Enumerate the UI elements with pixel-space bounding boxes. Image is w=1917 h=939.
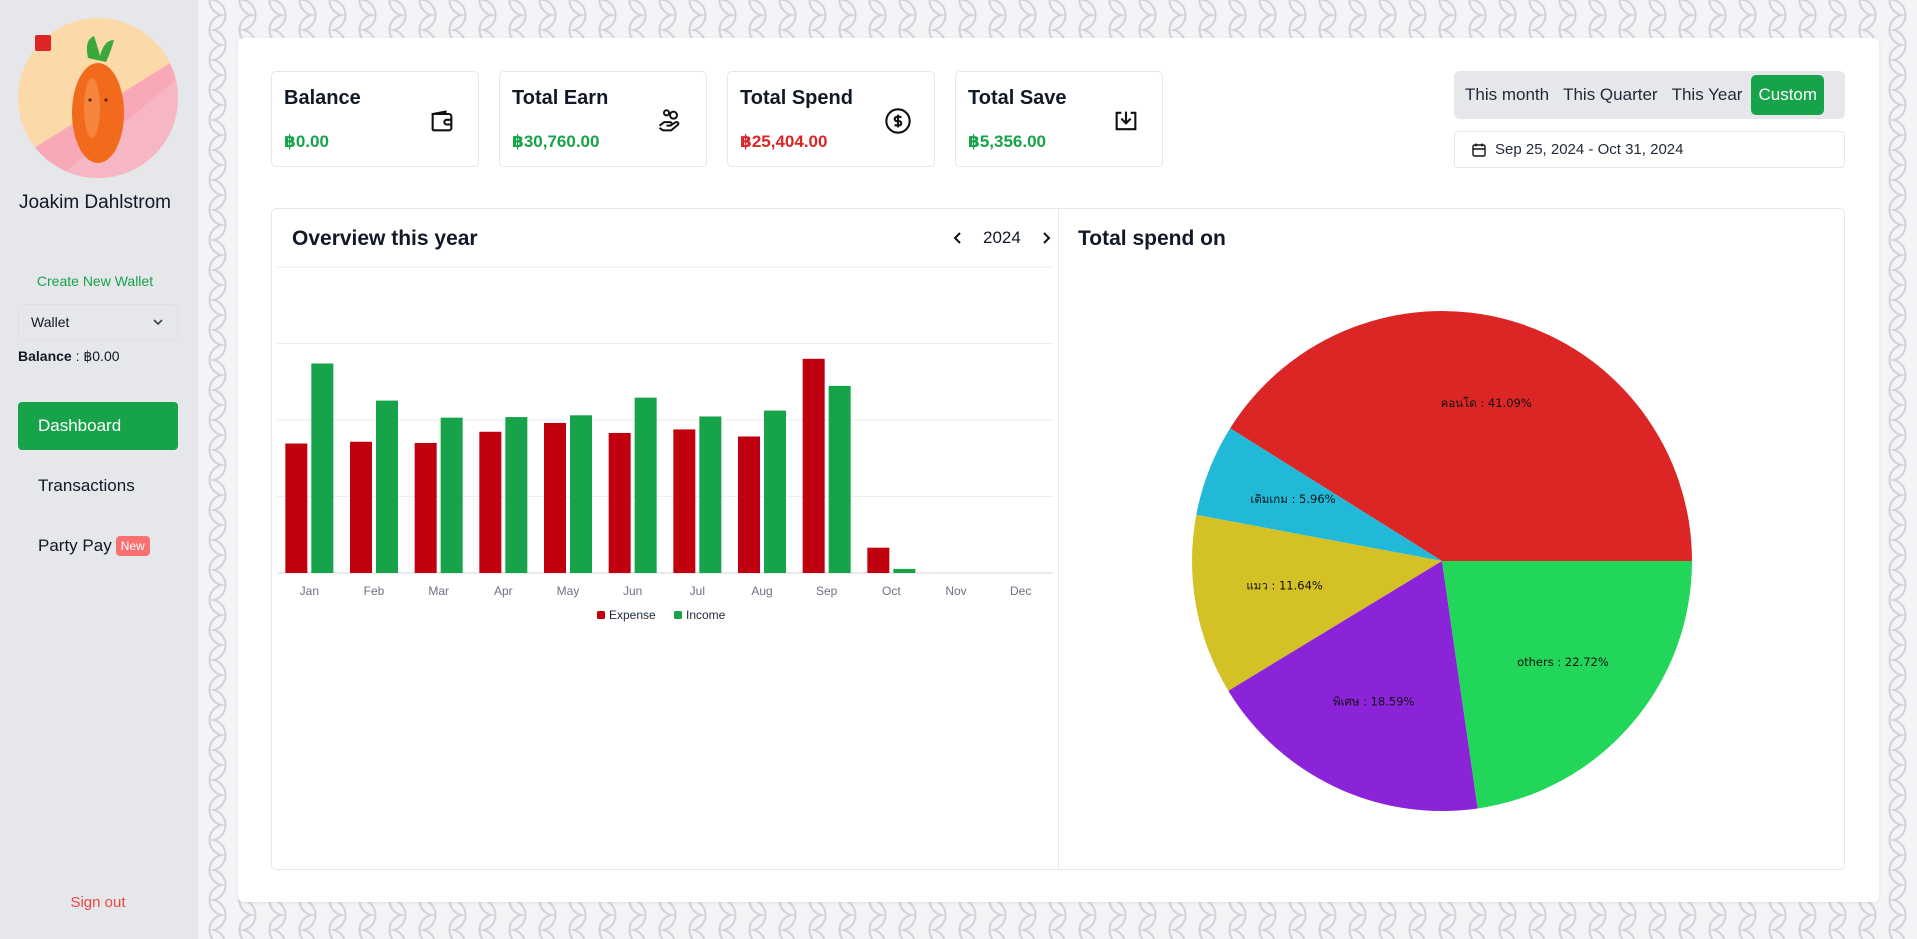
- dollar-circle-icon: [885, 108, 911, 134]
- nav-party-pay-label: Party Pay: [38, 536, 112, 555]
- wallet-balance: Balance : ฿0.00: [18, 348, 120, 365]
- stat-title: Total Spend: [740, 87, 853, 109]
- hand-coins-icon: [658, 109, 680, 132]
- stat-title: Total Save: [968, 87, 1067, 109]
- pie-slice-label: others : 22.72%: [1517, 655, 1609, 669]
- pie-slice-label: พิเศษ : 18.59%: [1333, 695, 1414, 709]
- period-custom[interactable]: Custom: [1751, 75, 1825, 115]
- stat-value: ฿25,404.00: [740, 132, 828, 151]
- charts-panel: Overview this year 2024 Total spend on J…: [271, 208, 1845, 870]
- period-this-quarter[interactable]: This Quarter: [1556, 75, 1664, 115]
- wallet-icon: [431, 110, 453, 132]
- new-badge: New: [115, 536, 150, 556]
- stat-title: Total Earn: [512, 87, 609, 109]
- pie-slice-label: คอนโด : 41.09%: [1441, 396, 1532, 410]
- sign-out-link[interactable]: Sign out: [0, 894, 196, 911]
- stat-card-total-save: Total Save ฿5,356.00: [955, 71, 1163, 167]
- stat-card-total-spend: Total Spend ฿25,404.00: [727, 71, 935, 167]
- date-range-picker[interactable]: Sep 25, 2024 - Oct 31, 2024: [1454, 131, 1845, 168]
- stat-card-balance: Balance ฿0.00: [271, 71, 479, 167]
- stat-value: ฿30,760.00: [512, 132, 600, 151]
- wallet-balance-label: Balance: [18, 348, 72, 364]
- download-icon: [1115, 111, 1137, 131]
- date-range-text: Sep 25, 2024 - Oct 31, 2024: [1495, 141, 1684, 158]
- spend-pie-chart: คอนโด : 41.09% เติมเกม : 5.96% แมว : 11.64…: [1192, 310, 1692, 812]
- stat-value: ฿0.00: [284, 132, 329, 151]
- pie-slice-label: เติมเกม : 5.96%: [1250, 492, 1335, 506]
- nav-transactions[interactable]: Transactions: [18, 462, 178, 510]
- notification-badge-icon: [35, 35, 51, 51]
- calendar-icon: [1472, 143, 1486, 157]
- wallet-select-value: Wallet: [31, 314, 70, 330]
- stat-card-total-earn: Total Earn ฿30,760.00: [499, 71, 707, 167]
- nav-dashboard-label: Dashboard: [38, 416, 122, 435]
- chevron-down-icon: [153, 319, 163, 326]
- dashboard-card: Balance ฿0.00 Total Earn ฿30,760.00 Tota…: [238, 38, 1879, 902]
- nav-party-pay[interactable]: Party Pay New: [18, 522, 178, 570]
- pie-slice-label: แมว : 11.64%: [1246, 579, 1323, 593]
- stat-title: Balance: [284, 87, 361, 109]
- period-toggle: This month This Quarter This Year Custom: [1454, 71, 1845, 119]
- nav-transactions-label: Transactions: [38, 476, 135, 495]
- nav-dashboard[interactable]: Dashboard: [18, 402, 178, 450]
- period-this-year[interactable]: This Year: [1665, 75, 1750, 115]
- stat-value: ฿5,356.00: [968, 132, 1047, 151]
- user-name: Joakim Dahlstrom: [18, 192, 172, 213]
- sidebar: Joakim Dahlstrom Create New Wallet Walle…: [0, 0, 198, 939]
- create-wallet-link[interactable]: Create New Wallet: [0, 273, 190, 289]
- pie-slice-others[interactable]: [1442, 561, 1692, 809]
- period-this-month[interactable]: This month: [1458, 75, 1556, 115]
- wallet-select[interactable]: Wallet: [18, 304, 178, 340]
- wallet-balance-value: : ฿0.00: [71, 348, 120, 364]
